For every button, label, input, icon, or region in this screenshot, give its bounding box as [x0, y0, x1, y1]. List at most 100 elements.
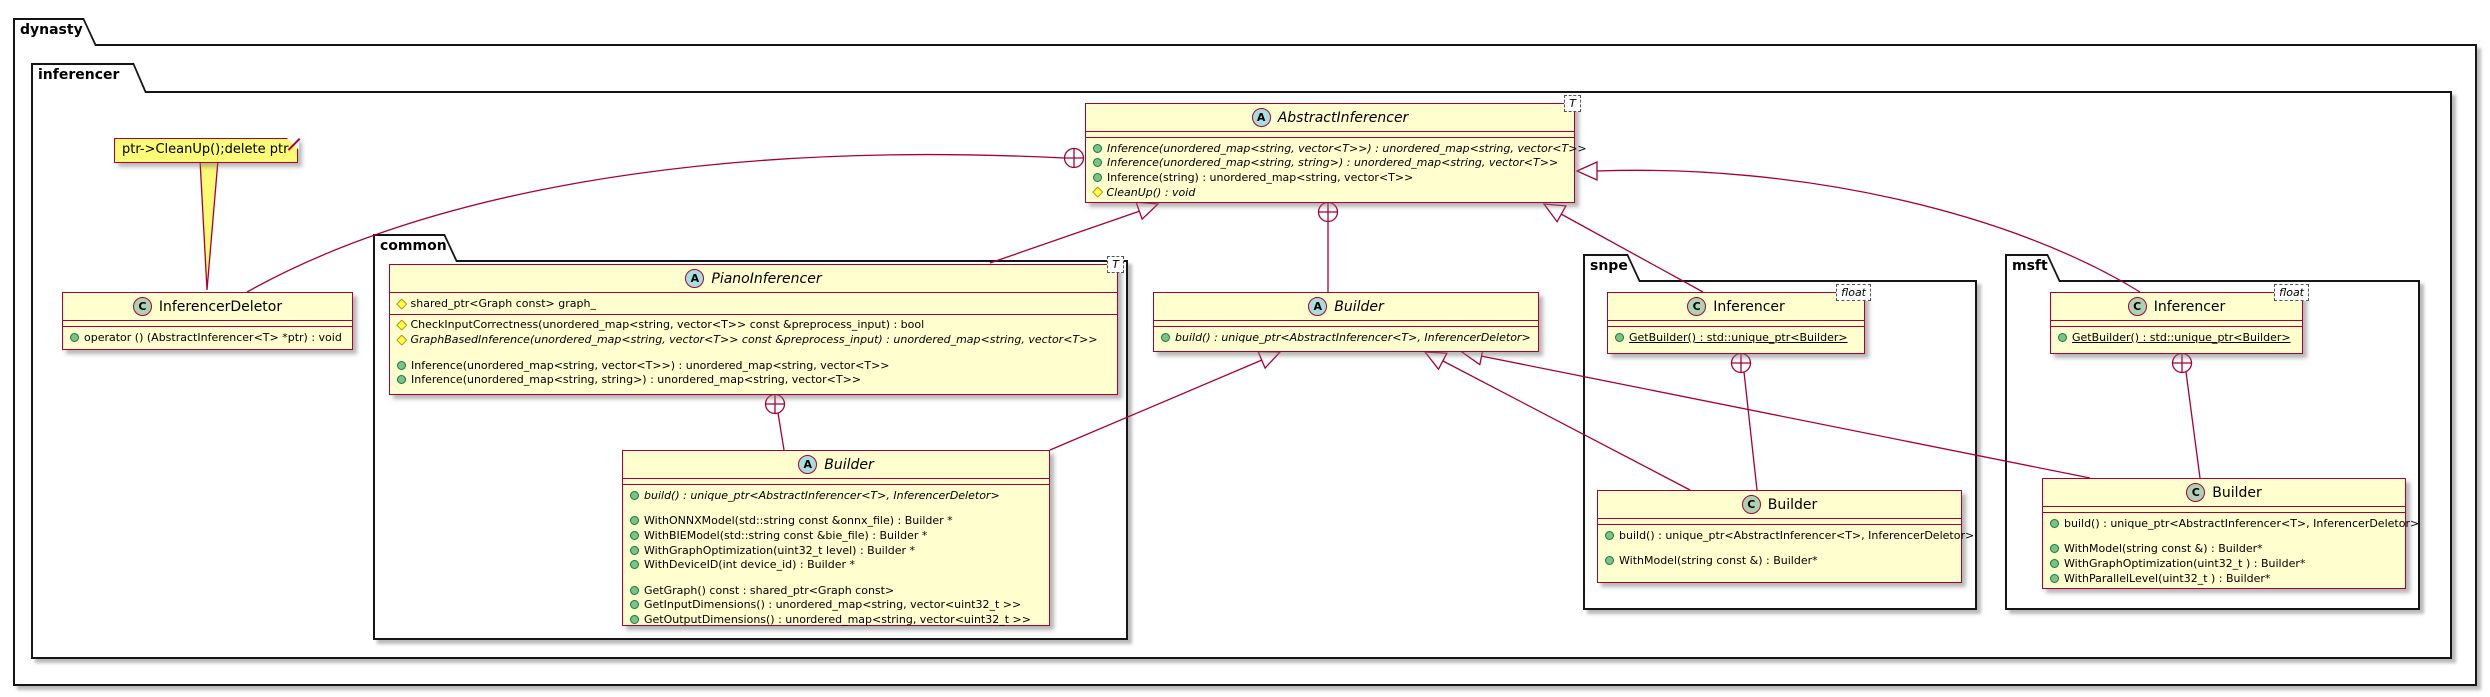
public-visibility-icon [630, 531, 639, 540]
methods-section: build() : unique_ptr<AbstractInferencer<… [1598, 524, 1961, 572]
note-tail [200, 160, 218, 290]
public-visibility-icon [630, 615, 639, 624]
spacer-row [397, 347, 1110, 358]
class-pianoinferencer: T A PianoInferencer shared_ptr<Graph con… [389, 264, 1118, 395]
class-msft-builder: C Builder build() : unique_ptr<AbstractI… [2042, 478, 2406, 589]
method-row: CleanUp() : void [1093, 185, 1567, 200]
note-text: ptr->CleanUp();delete ptr [115, 139, 297, 157]
spacer-row [1605, 543, 1954, 554]
public-visibility-icon [2050, 544, 2059, 553]
inheritance-arrow-icon [1258, 352, 1280, 369]
spacer-row [630, 572, 1042, 583]
class-name: Inferencer [1713, 299, 1785, 315]
spacer-row [2050, 531, 2398, 542]
public-visibility-icon [630, 600, 639, 609]
public-visibility-icon [70, 333, 79, 342]
note-cleanup: ptr->CleanUp();delete ptr [114, 138, 298, 163]
public-visibility-icon [397, 361, 406, 370]
public-visibility-icon [630, 491, 639, 500]
abstract-class-spot-icon: A [685, 269, 704, 288]
method-row: GetOutputDimensions() : unordered_map<st… [630, 612, 1042, 627]
anchor-icon-pianoinferencer-bottom [766, 395, 785, 414]
method-row: WithDeviceID(int device_id) : Builder * [630, 557, 1042, 572]
inheritance-arrow-icon [1425, 352, 1447, 369]
class-spot-icon: C [2186, 483, 2205, 502]
public-visibility-icon [630, 560, 639, 569]
class-name: Builder [1334, 299, 1384, 315]
public-visibility-icon [1605, 556, 1614, 565]
class-abstractinferencer: T A AbstractInferencer Inference(unorder… [1085, 103, 1575, 203]
class-header: C Builder [1598, 491, 1961, 518]
anchor-icon-abstractinferencer-left [1065, 149, 1084, 168]
public-visibility-icon [1615, 333, 1624, 342]
field-row: shared_ptr<Graph const> graph_ [397, 296, 1110, 311]
method-row: GetGraph() const : shared_ptr<Graph cons… [630, 583, 1042, 598]
anchor-line-snpeinferencer-snpebuilder [1744, 372, 1757, 490]
class-name: PianoInferencer [711, 271, 821, 287]
anchor-icon-snpeinferencer-bottom [1732, 354, 1751, 373]
methods-section: GetBuilder() : std::unique_ptr<Builder> [2051, 326, 2302, 349]
protected-visibility-icon [396, 298, 407, 309]
inheritance-arrow-icon [1577, 162, 1597, 180]
public-visibility-icon [630, 546, 639, 555]
class-header: C Builder [2043, 479, 2405, 506]
fields-section: shared_ptr<Graph const> graph_ [390, 292, 1117, 314]
method-row: GraphBasedInference(unordered_map<string… [397, 332, 1110, 347]
methods-section: GetBuilder() : std::unique_ptr<Builder> [1608, 326, 1864, 349]
class-header: C InferencerDeletor [63, 293, 352, 320]
inheritance-line-snpebuilder-builder [1443, 361, 1690, 490]
method-row: WithONNXModel(std::string const &onnx_fi… [630, 514, 1042, 529]
protected-visibility-icon [1092, 187, 1103, 198]
method-row: WithParallelLevel(uint32_t ) : Builder* [2050, 571, 2398, 586]
class-builder-abstract: A Builder build() : unique_ptr<AbstractI… [1153, 292, 1539, 352]
spacer-row [630, 503, 1042, 514]
method-row: Inference(unordered_map<string, string>)… [1093, 156, 1567, 171]
template-parameter-badge: float [1836, 284, 1871, 301]
public-visibility-icon [1093, 144, 1102, 153]
inheritance-arrow-icon [1136, 202, 1158, 219]
public-visibility-icon [630, 516, 639, 525]
method-row: build() : unique_ptr<AbstractInferencer<… [630, 488, 1042, 503]
protected-visibility-icon [396, 320, 407, 331]
method-row: build() : unique_ptr<AbstractInferencer<… [1605, 528, 1954, 543]
class-name: InferencerDeletor [159, 299, 282, 315]
public-visibility-icon [1093, 158, 1102, 167]
methods-section: build() : unique_ptr<AbstractInferencer<… [623, 484, 1049, 631]
protected-visibility-icon [396, 334, 407, 345]
class-name: AbstractInferencer [1278, 110, 1409, 126]
method-row: operator () (AbstractInferencer<T> *ptr)… [70, 330, 345, 345]
class-header: C Inferencer [2051, 293, 2302, 320]
methods-section: CheckInputCorrectness(unordered_map<stri… [390, 314, 1117, 391]
class-name: Builder [824, 457, 874, 473]
class-inferencerdeletor: C InferencerDeletor operator () (Abstrac… [62, 292, 353, 350]
methods-section: Inference(unordered_map<string, vector<T… [1086, 137, 1574, 203]
class-snpe-inferencer: float C Inferencer GetBuilder() : std::u… [1607, 292, 1865, 354]
template-parameter-badge: float [2274, 284, 2309, 301]
public-visibility-icon [630, 586, 639, 595]
uml-class-diagram: dynasty inferencer common snpe msft [0, 0, 2490, 697]
method-row: GetInputDimensions() : unordered_map<str… [630, 598, 1042, 613]
public-visibility-icon [2058, 333, 2067, 342]
public-visibility-icon [2050, 559, 2059, 568]
public-visibility-icon [1605, 531, 1614, 540]
class-header: A AbstractInferencer [1086, 104, 1574, 131]
method-row: WithModel(string const &) : Builder* [2050, 542, 2398, 557]
public-visibility-icon [397, 375, 406, 384]
class-spot-icon: C [1687, 297, 1706, 316]
public-visibility-icon [2050, 519, 2059, 528]
method-row: Inference(unordered_map<string, string>)… [397, 372, 1110, 387]
method-row: WithGraphOptimization(uint32_t level) : … [630, 543, 1042, 558]
public-visibility-icon [1161, 333, 1170, 342]
class-snpe-builder: C Builder build() : unique_ptr<AbstractI… [1597, 490, 1962, 583]
template-parameter-badge: T [1107, 256, 1124, 273]
anchor-icon-abstractinferencer-bottom [1319, 203, 1338, 222]
methods-section: build() : unique_ptr<AbstractInferencer<… [1154, 326, 1538, 349]
class-header: A Builder [623, 451, 1049, 478]
class-name: Inferencer [2154, 299, 2226, 315]
method-row: WithGraphOptimization(uint32_t ) : Build… [2050, 556, 2398, 571]
class-spot-icon: C [1742, 495, 1761, 514]
anchor-line-pianoinferencer-commonbuilder [778, 413, 784, 450]
methods-section: operator () (AbstractInferencer<T> *ptr)… [63, 326, 352, 349]
method-row: WithBIEModel(std::string const &bie_file… [630, 528, 1042, 543]
class-builder-common: A Builder build() : unique_ptr<AbstractI… [622, 450, 1050, 626]
